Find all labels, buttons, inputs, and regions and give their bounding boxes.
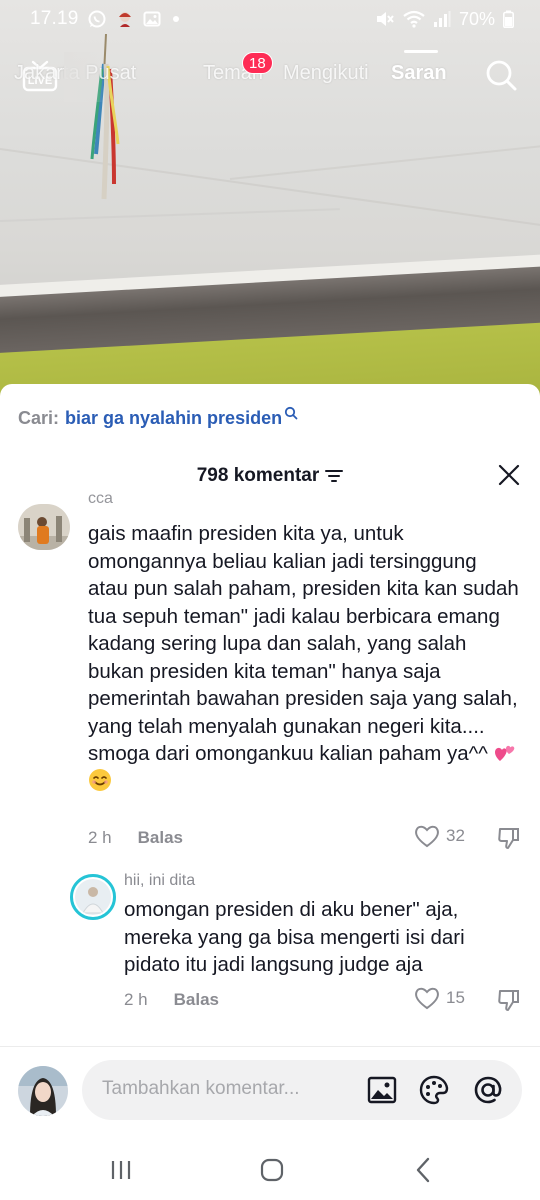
status-time: 17.19 — [30, 8, 79, 29]
status-bar: 17.19 70% — [0, 0, 540, 38]
close-icon[interactable] — [498, 464, 520, 486]
ceiling-seam — [0, 208, 340, 222]
like-count: 32 — [446, 826, 465, 845]
more-notifications-dot — [172, 16, 179, 22]
comment-input-bar: Tambahkan komentar... — [0, 1060, 540, 1124]
ceiling-seam — [229, 144, 540, 180]
input-divider — [0, 1046, 540, 1047]
search-suggestion[interactable]: Cari: biar ga nyalahin presiden — [18, 406, 298, 429]
like-button[interactable]: 15 — [414, 986, 465, 1010]
back-icon[interactable] — [410, 1156, 438, 1184]
signal-icon — [433, 11, 451, 27]
comment-body: gais maafin presiden kita ya, untuk omon… — [88, 522, 519, 765]
comment-username[interactable]: hii, ini dita — [124, 872, 195, 890]
tab-saran[interactable]: Saran — [391, 62, 447, 85]
comment-time: 2 h — [88, 828, 112, 847]
battery-icon — [503, 10, 514, 28]
comment-text: omongan presiden di aku bener" aja, mere… — [124, 898, 465, 976]
mute-icon — [376, 12, 394, 26]
reply-button[interactable]: Balas — [174, 990, 219, 1010]
mention-icon[interactable] — [472, 1074, 504, 1106]
image-icon[interactable] — [366, 1074, 398, 1106]
recent-apps-icon[interactable] — [108, 1156, 136, 1184]
search-suggestion-prefix: Cari: — [18, 408, 60, 428]
gallery-icon — [143, 11, 161, 27]
comments-header: 798 komentar — [0, 462, 540, 490]
like-button[interactable]: 32 — [414, 824, 465, 848]
like-count: 15 — [446, 988, 465, 1007]
comment-username[interactable]: cca — [88, 490, 113, 508]
home-icon[interactable] — [258, 1156, 286, 1184]
comments-sheet: Cari: biar ga nyalahin presiden 798 kome… — [0, 384, 540, 1200]
comment-meta: 2 h Balas — [124, 990, 219, 1010]
comment-time: 2 h — [124, 990, 148, 1009]
system-navigation-bar — [0, 1148, 540, 1188]
dislike-icon[interactable] — [497, 826, 521, 850]
emoji-icon[interactable] — [418, 1074, 450, 1106]
avatar[interactable] — [18, 504, 70, 550]
whatsapp-icon — [88, 10, 106, 28]
ceiling-seam — [0, 148, 540, 228]
comment-input-placeholder: Tambahkan komentar... — [102, 1078, 300, 1099]
sort-icon[interactable] — [325, 469, 344, 483]
avatar[interactable] — [70, 874, 116, 920]
active-tab-indicator — [404, 50, 438, 53]
comment-count: 798 komentar — [196, 465, 320, 486]
my-avatar — [18, 1066, 68, 1116]
tabs-fade — [64, 52, 104, 102]
comment-input[interactable]: Tambahkan komentar... — [82, 1060, 522, 1120]
heart-icon — [415, 825, 439, 848]
friends-notification-badge: 18 — [242, 52, 273, 74]
comment-text: gais maafin presiden kita ya, untuk omon… — [88, 520, 520, 795]
search-mini-icon — [284, 406, 298, 420]
tab-mengikuti[interactable]: Mengikuti — [283, 62, 369, 85]
wifi-icon — [403, 10, 425, 28]
heart-icon — [415, 987, 439, 1010]
two-hearts-emoji — [494, 745, 514, 761]
app-notification-icon — [118, 12, 131, 27]
comment-meta: 2 h Balas — [88, 828, 183, 848]
search-suggestion-term[interactable]: biar ga nyalahin presiden — [65, 408, 282, 429]
smiling-face-emoji — [89, 768, 111, 791]
dislike-icon[interactable] — [497, 988, 521, 1012]
search-icon[interactable] — [484, 58, 518, 92]
battery-percent: 70% — [458, 8, 495, 29]
reply-button[interactable]: Balas — [138, 828, 183, 848]
